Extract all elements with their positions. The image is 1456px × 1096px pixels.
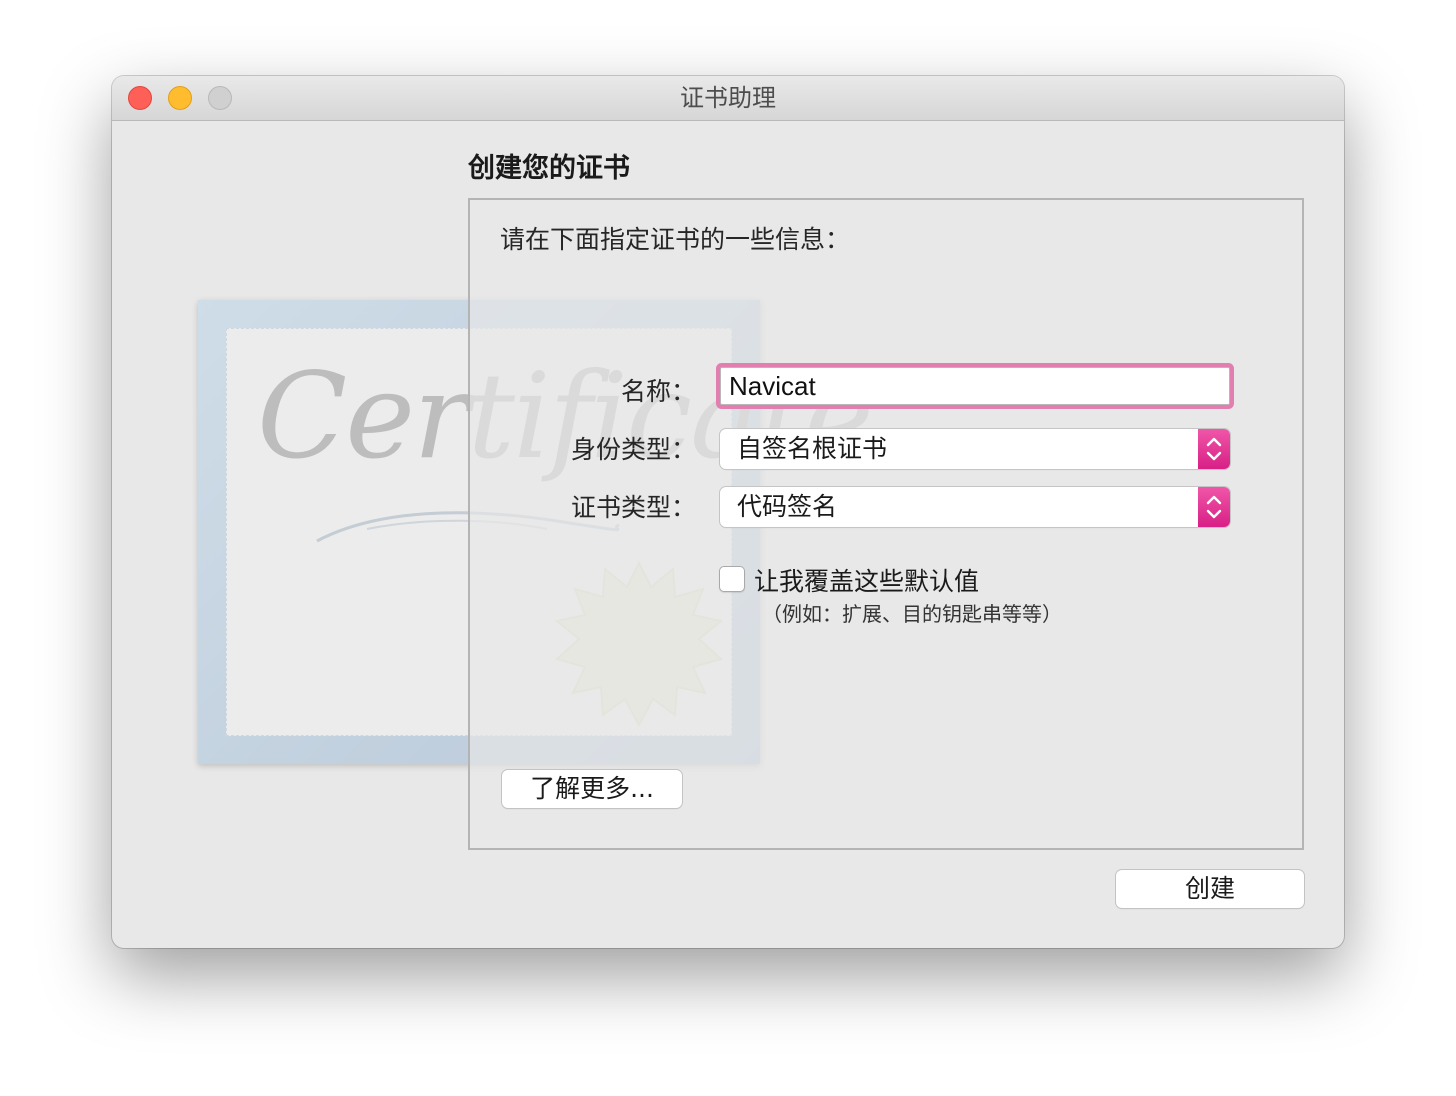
certificate-type-select[interactable]: 代码签名 [720, 487, 1230, 527]
identity-type-select[interactable]: 自签名根证书 [720, 429, 1230, 469]
name-input[interactable] [720, 367, 1230, 405]
page-title: 创建您的证书 [468, 153, 630, 184]
instruction-text: 请在下面指定证书的一些信息： [500, 225, 851, 254]
override-defaults-label[interactable]: 让我覆盖这些默认值 [754, 562, 979, 598]
name-label: 名称： [620, 377, 696, 406]
certificate-type-label: 证书类型： [570, 493, 696, 522]
up-down-arrows-icon [1198, 487, 1230, 527]
certificate-type-value: 代码签名 [737, 492, 838, 521]
up-down-arrows-icon [1198, 429, 1230, 469]
window-title: 证书助理 [680, 84, 776, 112]
override-defaults-hint: （例如：扩展、目的钥匙串等等） [762, 602, 1062, 626]
override-defaults-checkbox[interactable] [719, 566, 745, 592]
title-bar[interactable]: 证书助理 [112, 76, 1344, 121]
certificate-assistant-window: 证书助理 Certificate 创建您的证书 请在下面指定证书的一些信息： 名… [112, 76, 1344, 948]
create-button[interactable]: 创建 [1116, 870, 1304, 908]
identity-type-value: 自签名根证书 [737, 434, 888, 463]
identity-type-label: 身份类型： [570, 435, 696, 464]
learn-more-button[interactable]: 了解更多... [502, 770, 682, 808]
